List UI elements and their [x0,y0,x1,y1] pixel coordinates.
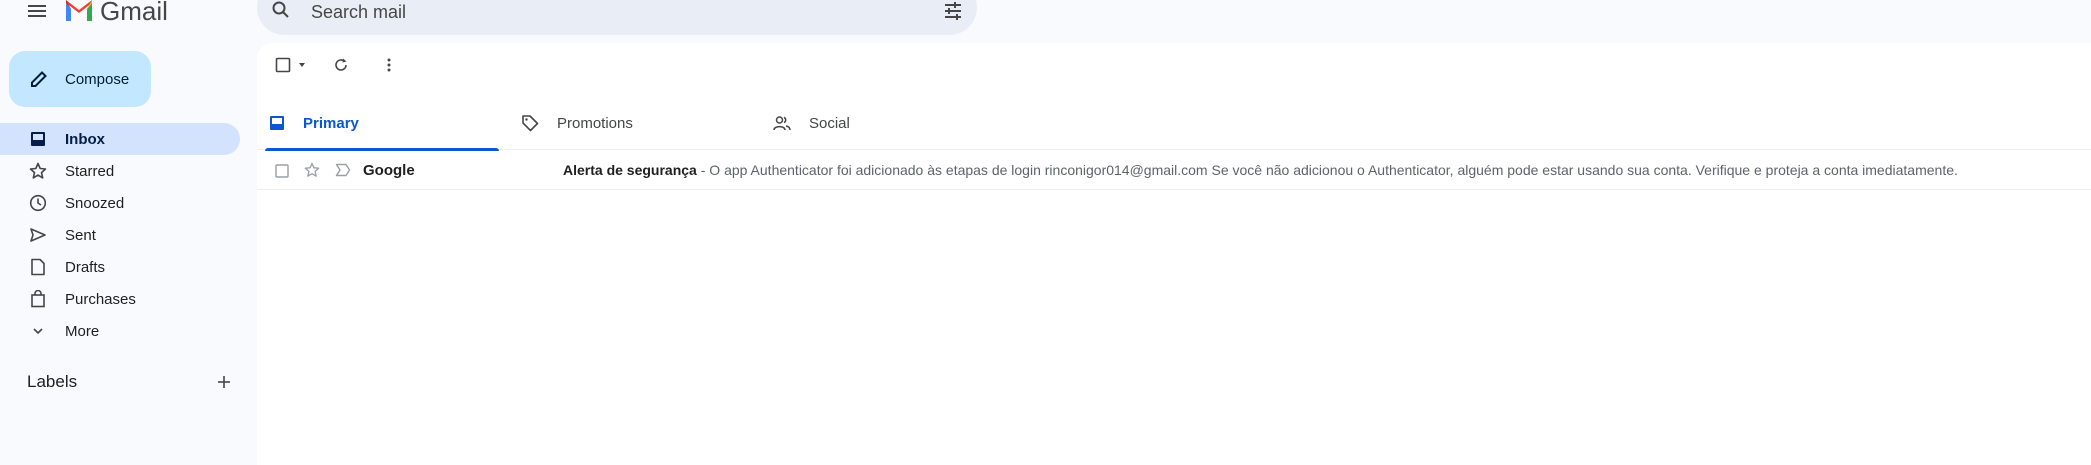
sidebar-nav: Inbox Starred Snoozed Sent Drafts Purcha… [0,123,245,347]
compose-button[interactable]: Compose [9,51,151,107]
tab-label: Primary [303,114,359,132]
tag-icon [522,115,539,132]
main-panel: Primary Promotions Social Google Alerta … [257,43,2091,465]
send-icon [28,225,48,245]
draft-icon [28,257,48,277]
email-snippet: O app Authenticator foi adicionado às et… [709,162,1958,178]
sidebar-item-label: Sent [65,226,96,244]
tab-promotions[interactable]: Promotions [509,96,759,150]
search-input[interactable]: Search mail [311,2,406,23]
people-icon [773,116,791,131]
email-separator: - [696,162,710,178]
clock-icon [28,193,48,213]
main-menu-button[interactable] [24,0,50,22]
sidebar-item-label: Inbox [65,130,105,148]
gmail-m-icon [66,0,92,21]
star-icon [28,161,48,181]
search-bar[interactable]: Search mail [257,0,977,35]
refresh-icon [335,58,347,71]
select-all-dropdown[interactable] [275,57,309,73]
top-bar: Gmail Search mail [0,0,2091,40]
email-sender: Google [363,162,415,179]
gmail-logo[interactable]: Gmail [64,0,168,26]
sidebar-item-purchases[interactable]: Purchases [0,283,240,315]
shopping-bag-icon [28,289,48,309]
inbox-icon [270,116,284,130]
sidebar-item-label: Drafts [65,258,106,276]
search-icon[interactable] [271,0,291,20]
more-options-button[interactable] [381,57,397,73]
sidebar-item-inbox[interactable]: Inbox [0,123,240,155]
sidebar-item-starred[interactable]: Starred [0,155,240,187]
compose-label: Compose [65,70,130,88]
email-preview: Alerta de segurança - O app Authenticato… [563,162,1958,178]
inbox-icon [28,129,48,149]
labels-section: Labels [27,372,232,392]
add-label-icon[interactable] [216,374,232,390]
row-checkbox-icon[interactable] [275,164,289,178]
pencil-icon [31,71,47,87]
mail-toolbar [257,43,2091,91]
sidebar-item-sent[interactable]: Sent [0,219,240,251]
sidebar-item-label: Starred [65,162,115,180]
app-name: Gmail [100,0,168,26]
checkbox-icon[interactable] [275,57,291,73]
tab-label: Promotions [557,114,633,132]
star-icon[interactable] [304,162,320,178]
sidebar-item-label: Snoozed [65,194,125,212]
search-options-icon[interactable] [943,2,963,20]
sidebar-item-label: More [65,322,100,340]
refresh-button[interactable] [333,57,349,73]
sidebar-item-more[interactable]: More [0,315,240,347]
email-row[interactable]: Google Alerta de segurança - O app Authe… [257,150,2091,190]
tab-social[interactable]: Social [761,96,1011,150]
tab-primary[interactable]: Primary [257,96,507,151]
sidebar-item-drafts[interactable]: Drafts [0,251,240,283]
tab-label: Social [809,114,850,132]
hamburger-menu-icon [28,5,46,17]
sidebar-item-snoozed[interactable]: Snoozed [0,187,240,219]
inbox-tabs: Primary Promotions Social [257,96,2091,151]
caret-down-icon[interactable] [295,57,309,73]
more-vert-icon [387,58,391,72]
importance-marker-icon[interactable] [335,163,351,177]
chevron-down-icon [28,321,48,341]
labels-title: Labels [27,372,78,391]
email-subject: Alerta de segurança [563,162,697,178]
sidebar-item-label: Purchases [65,290,136,308]
